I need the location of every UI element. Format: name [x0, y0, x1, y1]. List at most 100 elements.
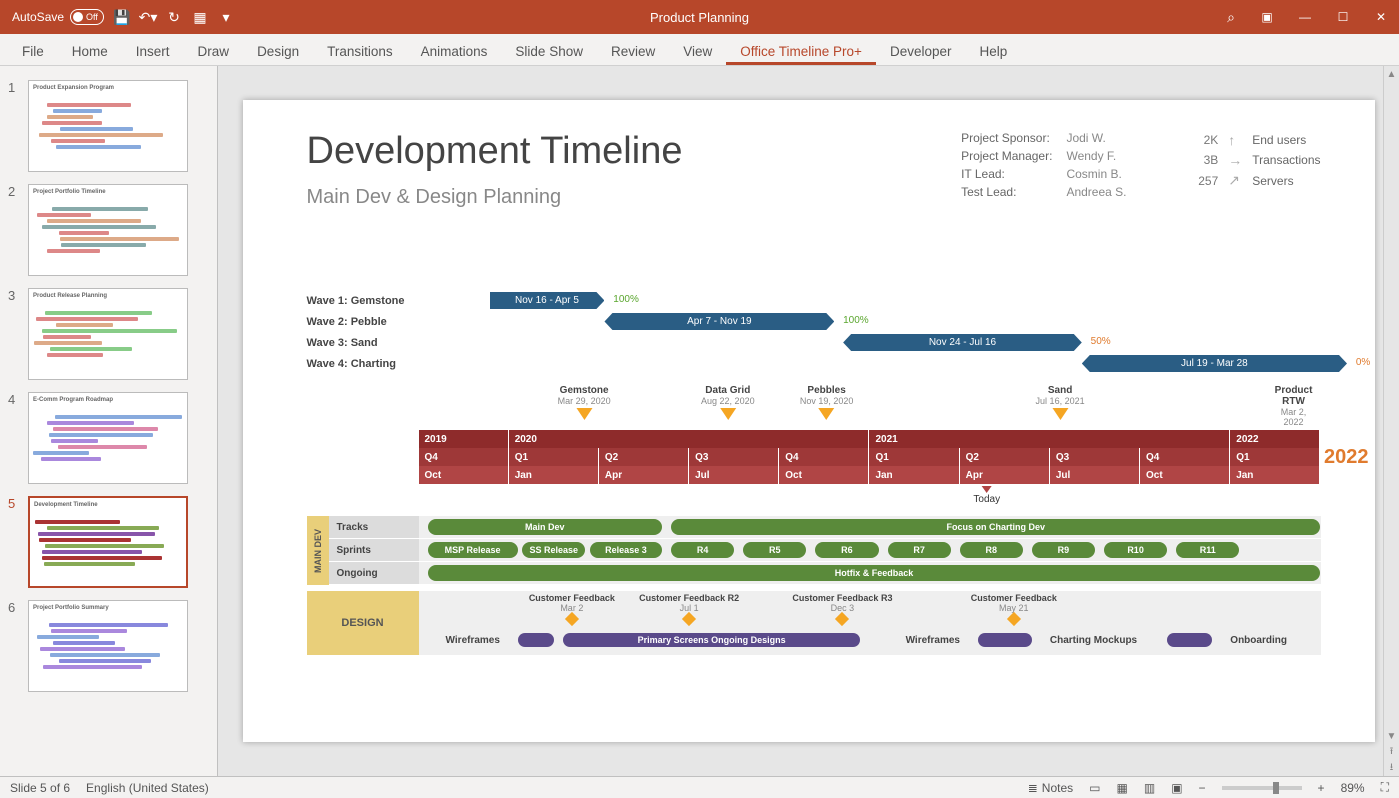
- slide-thumbnail[interactable]: 3Product Release Planning: [0, 282, 217, 386]
- yearband-cell: Jan: [509, 466, 599, 484]
- design-bar-label: Wireframes: [906, 635, 960, 646]
- yearband-cell: Apr: [599, 466, 689, 484]
- zoom-out-icon[interactable]: −: [1199, 781, 1206, 795]
- yearband-cell: Oct: [1140, 466, 1230, 484]
- yearband-cell: Oct: [419, 466, 509, 484]
- thumbnail-number: 2: [8, 184, 20, 276]
- slide-counter[interactable]: Slide 5 of 6: [10, 781, 70, 795]
- milestone-date: Nov 19, 2020: [800, 396, 854, 406]
- tab-design[interactable]: Design: [243, 38, 313, 65]
- lane-label: Tracks: [329, 516, 419, 539]
- present-icon[interactable]: ▦: [192, 9, 208, 25]
- cf-name: Customer Feedback: [529, 593, 615, 603]
- search-icon[interactable]: ⌕: [1223, 9, 1239, 25]
- tab-developer[interactable]: Developer: [876, 38, 966, 65]
- slide-sorter-icon[interactable]: ▦: [1117, 781, 1128, 795]
- thumbnail-image[interactable]: Product Release Planning: [28, 288, 188, 380]
- cf-name: Customer Feedback R3: [792, 593, 892, 603]
- slide-thumbnail[interactable]: 1Product Expansion Program: [0, 74, 217, 178]
- tab-help[interactable]: Help: [966, 38, 1022, 65]
- tab-animations[interactable]: Animations: [407, 38, 502, 65]
- reading-view-icon[interactable]: ▥: [1144, 781, 1155, 795]
- milestone-marker-icon: [1052, 408, 1068, 420]
- slide-thumbnail[interactable]: 6Project Portfolio Summary: [0, 594, 217, 698]
- scroll-up-icon[interactable]: ▲: [1384, 66, 1399, 82]
- zoom-in-icon[interactable]: +: [1318, 781, 1325, 795]
- tab-file[interactable]: File: [8, 38, 58, 65]
- maximize-icon[interactable]: ☐: [1333, 7, 1353, 27]
- lane-track: Hotfix & Feedback: [419, 562, 1321, 585]
- project-stats: 2K↑End users3B→Transactions257↗Servers: [1188, 128, 1320, 193]
- tab-home[interactable]: Home: [58, 38, 122, 65]
- prev-slide-icon[interactable]: ⭱: [1384, 744, 1399, 760]
- autosave-toggle[interactable]: AutoSave Off: [12, 9, 104, 25]
- qat-more-icon[interactable]: ▾: [218, 9, 234, 25]
- yearband-cell: Jul: [689, 466, 779, 484]
- tab-office-timeline-pro-[interactable]: Office Timeline Pro+: [726, 38, 876, 65]
- lane-bar: Focus on Charting Dev: [671, 519, 1320, 535]
- close-icon[interactable]: ✕: [1371, 7, 1391, 27]
- next-slide-icon[interactable]: ⭳: [1384, 760, 1399, 776]
- wave-label: Wave 4: Charting: [307, 358, 437, 370]
- notes-label: Notes: [1042, 781, 1073, 795]
- save-icon[interactable]: 💾: [114, 9, 130, 25]
- stat-number: 257: [1188, 174, 1218, 188]
- thumbnail-image[interactable]: Product Expansion Program: [28, 80, 188, 172]
- meta-value: Jodi W.: [1060, 130, 1132, 146]
- zoom-slider[interactable]: [1222, 786, 1302, 790]
- vertical-scrollbar[interactable]: ▲ ▼ ⭱ ⭳: [1383, 66, 1399, 776]
- slide-thumbnail[interactable]: 5Development Timeline: [0, 490, 217, 594]
- language-indicator[interactable]: English (United States): [86, 781, 209, 795]
- title-bar: AutoSave Off 💾 ↶▾ ↻ ▦ ▾ Product Planning…: [0, 0, 1399, 34]
- lane-bar: R5: [743, 542, 806, 558]
- yearband-cell: Q3: [689, 448, 779, 466]
- yearband-cell: Q2: [960, 448, 1050, 466]
- notes-button[interactable]: ≣Notes: [1028, 781, 1073, 795]
- slide[interactable]: Development Timeline Main Dev & Design P…: [243, 100, 1375, 742]
- today-marker: Today: [973, 486, 1000, 505]
- milestone: SandJul 16, 2021: [1036, 385, 1085, 420]
- stat-arrow-icon: ↑: [1228, 132, 1242, 148]
- fit-to-window-icon[interactable]: ⛶: [1381, 780, 1389, 795]
- lane-bar: Release 3: [590, 542, 662, 558]
- redo-icon[interactable]: ↻: [166, 9, 182, 25]
- wave-track: Nov 24 - Jul 1650%: [437, 334, 1321, 352]
- tab-slide-show[interactable]: Slide Show: [501, 38, 597, 65]
- slide-thumbnail[interactable]: 2Project Portfolio Timeline: [0, 178, 217, 282]
- thumbnail-image[interactable]: Development Timeline: [28, 496, 188, 588]
- normal-view-icon[interactable]: ▭: [1089, 781, 1100, 795]
- yearband-cell: Q1: [869, 448, 959, 466]
- ribbon-display-icon[interactable]: ▣: [1257, 7, 1277, 27]
- tab-view[interactable]: View: [669, 38, 726, 65]
- tab-insert[interactable]: Insert: [122, 38, 184, 65]
- tab-transitions[interactable]: Transitions: [313, 38, 407, 65]
- yearband-cell: Q4: [779, 448, 869, 466]
- wave-bar: Jul 19 - Mar 28: [1082, 355, 1347, 372]
- zoom-level[interactable]: 89%: [1341, 781, 1365, 795]
- milestone: Data GridAug 22, 2020: [701, 385, 755, 420]
- slide-thumbnail[interactable]: 4E-Comm Program Roadmap: [0, 386, 217, 490]
- tab-review[interactable]: Review: [597, 38, 669, 65]
- thumbnail-image[interactable]: E-Comm Program Roadmap: [28, 392, 188, 484]
- design-bar: [1167, 633, 1212, 647]
- stat-number: 2K: [1188, 133, 1218, 147]
- thumbnail-number: 6: [8, 600, 20, 692]
- stat-label: Servers: [1252, 174, 1293, 188]
- wave-percent: 100%: [843, 315, 869, 326]
- wave-row: Wave 4: ChartingJul 19 - Mar 280%: [307, 354, 1321, 374]
- stat-row: 2K↑End users: [1188, 132, 1320, 148]
- thumbnail-number: 3: [8, 288, 20, 380]
- minimize-icon[interactable]: —: [1295, 7, 1315, 27]
- project-meta: Project Sponsor:Jodi W.Project Manager:W…: [953, 128, 1134, 202]
- slideshow-icon[interactable]: ▣: [1171, 781, 1182, 795]
- undo-icon[interactable]: ↶▾: [140, 9, 156, 25]
- yearband-cell: Jan: [1230, 466, 1320, 484]
- thumbnail-image[interactable]: Project Portfolio Timeline: [28, 184, 188, 276]
- design-bar: [978, 633, 1032, 647]
- milestone-name: Gemstone: [558, 385, 611, 396]
- thumbnail-image[interactable]: Project Portfolio Summary: [28, 600, 188, 692]
- tab-draw[interactable]: Draw: [184, 38, 244, 65]
- scroll-down-icon[interactable]: ▼: [1384, 728, 1399, 744]
- main-area: 1Product Expansion Program2Project Portf…: [0, 66, 1399, 776]
- lane-bar: R11: [1176, 542, 1239, 558]
